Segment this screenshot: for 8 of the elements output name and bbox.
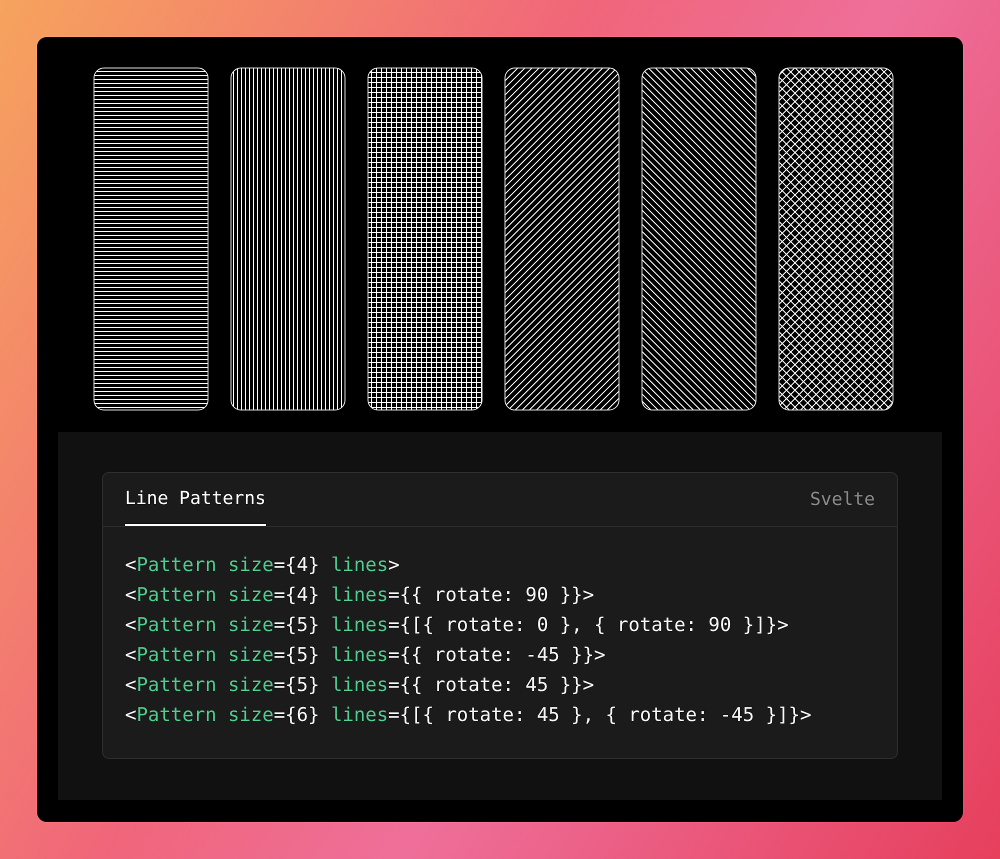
code-line: <Pattern size={6} lines={[{ rotate: 45 }, { rotate: -45 }]}>	[125, 703, 812, 728]
code-line: <Pattern size={5} lines={[{ rotate: 0 }, { rotate: 90 }]}>	[125, 613, 790, 638]
code-line: <Pattern size={4} lines>	[125, 553, 401, 578]
code-line: <Pattern size={4} lines={{ rotate: 90 }}>	[125, 583, 596, 608]
code-line: <Pattern size={5} lines={{ rotate: 45 }}>	[125, 673, 596, 698]
language-label: Svelte	[810, 489, 875, 510]
code-tab[interactable]: Line Patterns	[125, 473, 266, 526]
code-line: <Pattern size={5} lines={{ rotate: -45 }}>	[125, 643, 606, 668]
